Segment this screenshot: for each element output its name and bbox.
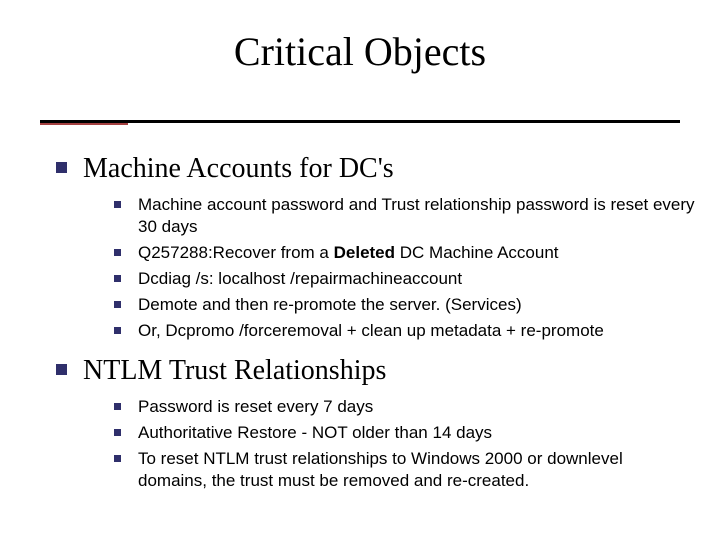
list-item-text: Or, Dcpromo /forceremoval + clean up met… <box>138 321 604 340</box>
list-item: Demote and then re-promote the server. (… <box>114 294 696 316</box>
square-bullet-icon <box>114 327 121 334</box>
square-bullet-icon <box>114 249 121 256</box>
slide-title: Critical Objects <box>0 28 720 75</box>
section-items: Machine account password and Trust relat… <box>114 194 696 343</box>
section-heading: Machine Accounts for DC's <box>56 152 696 186</box>
list-item: Dcdiag /s: localhost /repairmachineaccou… <box>114 268 696 290</box>
section-heading: NTLM Trust Relationships <box>56 354 696 388</box>
list-item-text: To reset NTLM trust relationships to Win… <box>138 449 623 490</box>
title-rule-accent <box>40 123 128 125</box>
list-item: Password is reset every 7 days <box>114 396 696 418</box>
square-bullet-icon <box>114 301 121 308</box>
list-item-text: Dcdiag /s: localhost /repairmachineaccou… <box>138 269 462 288</box>
list-item-text: Q257288:Recover from a Deleted DC Machin… <box>138 243 559 262</box>
list-item: Machine account password and Trust relat… <box>114 194 696 238</box>
square-bullet-icon <box>56 162 67 173</box>
section-heading-text: NTLM Trust Relationships <box>83 355 386 386</box>
title-rule <box>40 120 680 123</box>
slide-body: Machine Accounts for DC's Machine accoun… <box>56 152 696 504</box>
list-item-text: Demote and then re-promote the server. (… <box>138 295 522 314</box>
square-bullet-icon <box>114 201 121 208</box>
section-items: Password is reset every 7 days Authorita… <box>114 396 696 492</box>
square-bullet-icon <box>114 455 121 462</box>
square-bullet-icon <box>114 403 121 410</box>
square-bullet-icon <box>114 275 121 282</box>
slide: Critical Objects Machine Accounts for DC… <box>0 0 720 540</box>
list-item-text: Authoritative Restore - NOT older than 1… <box>138 423 492 442</box>
list-item: Or, Dcpromo /forceremoval + clean up met… <box>114 320 696 342</box>
square-bullet-icon <box>114 429 121 436</box>
list-item: Authoritative Restore - NOT older than 1… <box>114 422 696 444</box>
list-item-text: Machine account password and Trust relat… <box>138 195 695 236</box>
list-item: Q257288:Recover from a Deleted DC Machin… <box>114 242 696 264</box>
list-item-text: Password is reset every 7 days <box>138 397 373 416</box>
section-heading-text: Machine Accounts for DC's <box>83 153 394 184</box>
square-bullet-icon <box>56 364 67 375</box>
list-item: To reset NTLM trust relationships to Win… <box>114 448 696 492</box>
